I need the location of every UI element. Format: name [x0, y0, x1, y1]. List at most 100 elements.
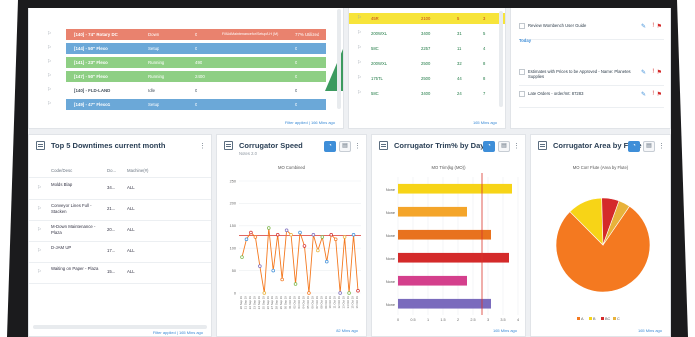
data-point[interactable]	[298, 230, 302, 235]
data-point[interactable]	[338, 291, 342, 295]
table-row[interactable]: ⚐ 200WXL 3400 31 5	[349, 28, 505, 39]
flag-icon[interactable]: ⚑	[657, 91, 662, 98]
data-point[interactable]	[253, 235, 258, 239]
data-point[interactable]	[267, 226, 271, 230]
machine-utilization: 0	[295, 88, 298, 93]
vertical-scrollbar[interactable]	[337, 9, 341, 109]
flag-icon[interactable]: ⚐	[37, 248, 41, 254]
task-checkbox[interactable]	[519, 91, 525, 97]
data-point[interactable]	[244, 237, 249, 241]
flag-icon[interactable]: ⚐	[37, 227, 41, 233]
vertical-scrollbar[interactable]	[499, 11, 503, 107]
flag-icon[interactable]: ⚐	[47, 99, 51, 110]
edit-icon[interactable]: ✎	[641, 23, 646, 30]
flag-icon[interactable]: ⚐	[357, 28, 361, 39]
bar[interactable]	[398, 252, 509, 263]
data-point[interactable]	[347, 291, 351, 295]
legend-swatch	[589, 317, 592, 320]
data-point[interactable]	[275, 233, 280, 237]
updated-time: 165 Mins ago	[492, 328, 517, 333]
flag-icon[interactable]: ⚐	[47, 57, 51, 68]
filter-applied-link[interactable]: Filter applied	[153, 330, 176, 335]
data-point[interactable]	[329, 233, 333, 237]
table-row[interactable]: ⚐ Conveyor Lines Full - Stacken 21... ALL	[29, 200, 211, 221]
data-point[interactable]	[307, 291, 311, 295]
filter-applied-link[interactable]: Filter applied	[285, 120, 308, 125]
x-tick-label: 29 Sep 19	[279, 296, 283, 310]
x-tick-label: 30 Sep 19	[284, 296, 288, 310]
flag-icon[interactable]: ⚐	[37, 185, 41, 191]
table-row[interactable]: ⚐ 58C 3400 24 7	[349, 88, 505, 99]
flag-icon[interactable]: ⚐	[47, 71, 51, 82]
table-row[interactable]: ⚐ 45R 2100 5 3	[349, 13, 505, 24]
flag-icon[interactable]: ⚐	[37, 269, 41, 275]
data-point[interactable]	[316, 248, 320, 253]
flag-icon[interactable]: ⚐	[47, 29, 51, 40]
data-point[interactable]	[280, 277, 284, 282]
table-row[interactable]: ⚐ [141] - 23" Flexo Running 490 0	[29, 57, 343, 68]
table-row[interactable]: ⚐ [140] - 74" Rotary DC Down 0 FillUdMainten…	[29, 29, 343, 40]
table-row[interactable]: ⚐ 200WXL 2500 32 8	[349, 58, 505, 69]
flag-icon[interactable]: ⚐	[47, 85, 51, 96]
column-header[interactable]: Do...	[107, 168, 116, 173]
table-row[interactable]: ⚐ [149] - 47" Flexo1 Setup 0 0	[29, 99, 343, 110]
data-point[interactable]	[271, 268, 275, 273]
data-point[interactable]	[356, 289, 360, 293]
data-point[interactable]	[302, 244, 307, 248]
y-tick-label: 150	[230, 224, 236, 228]
data-point[interactable]	[284, 228, 289, 233]
bar[interactable]	[398, 183, 512, 194]
data-point[interactable]	[351, 233, 356, 237]
data-point[interactable]	[262, 291, 267, 295]
data-point[interactable]	[289, 233, 293, 237]
flag-icon[interactable]: ⚐	[357, 73, 361, 84]
task-item[interactable]: Late Orders - order/mt: 87283 ✎! ⚑	[519, 91, 664, 108]
table-row[interactable]: ⚐ 175TL 2500 44 8	[349, 73, 505, 84]
flag-icon[interactable]: ⚐	[357, 58, 361, 69]
flag-icon[interactable]: ⚑	[657, 23, 662, 30]
table-row[interactable]: ⚐ [140] - FLD-LAND Idle 0 0	[29, 85, 343, 96]
flute-count: 11	[457, 46, 462, 51]
table-row[interactable]: ⚐ Molds Blap 34... ALL	[29, 179, 211, 200]
data-point[interactable]	[258, 264, 262, 268]
flag-icon[interactable]: ⚐	[357, 13, 361, 24]
bar[interactable]	[398, 298, 491, 309]
flag-icon[interactable]: ⚐	[357, 88, 361, 99]
data-point[interactable]	[325, 259, 329, 264]
task-checkbox[interactable]	[519, 23, 525, 29]
horizontal-scrollbar[interactable]	[33, 325, 207, 329]
data-point[interactable]	[240, 255, 244, 259]
table-row[interactable]: ⚐ M-Down Maintenance - Plaza 20... ALL	[29, 221, 211, 242]
data-point[interactable]	[311, 233, 316, 237]
table-row[interactable]: ⚐ 58C 2257 11 4	[349, 43, 505, 54]
flag-icon[interactable]: ⚐	[47, 43, 51, 54]
task-item[interactable]: Estimates with Prices to be Approved - N…	[519, 69, 664, 86]
table-row[interactable]: ⚐ D-JAM UP 17... ALL	[29, 242, 211, 263]
more-options-icon[interactable]: ⋮	[199, 141, 206, 152]
y-tick-label: 0	[234, 291, 236, 295]
y-tick-label: None	[386, 211, 395, 215]
data-point[interactable]	[249, 230, 253, 235]
data-point[interactable]	[320, 235, 325, 239]
bar[interactable]	[398, 206, 467, 217]
x-tick-label: 3	[487, 318, 489, 322]
flag-icon[interactable]: ⚑	[657, 69, 662, 76]
bar[interactable]	[398, 275, 467, 286]
edit-icon[interactable]: ✎	[641, 91, 646, 98]
data-point[interactable]	[293, 282, 298, 286]
bar[interactable]	[398, 229, 491, 240]
data-point[interactable]	[333, 237, 338, 241]
table-row[interactable]: ⚐ Waiting on Paper - Plaza 15... ALL	[29, 263, 211, 284]
x-tick-label: 0.5	[410, 318, 415, 322]
table-row[interactable]: ⚐ [147] - 50" Flexo Running 2400 0	[29, 71, 343, 82]
data-point[interactable]	[342, 235, 347, 239]
edit-icon[interactable]: ✎	[641, 69, 646, 76]
flag-icon[interactable]: ⚐	[37, 206, 41, 212]
task-checkbox[interactable]	[519, 69, 525, 75]
flag-icon[interactable]: ⚐	[357, 43, 361, 54]
column-header[interactable]: Machine(#)	[127, 168, 149, 173]
table-row[interactable]: ⚐ [144] - 50" Flexo Setup 0 0	[29, 43, 343, 54]
flute-extra: 7	[483, 91, 486, 96]
column-header[interactable]: Code/Desc	[51, 168, 72, 173]
updated-time: 82 Mins ago	[336, 328, 358, 333]
